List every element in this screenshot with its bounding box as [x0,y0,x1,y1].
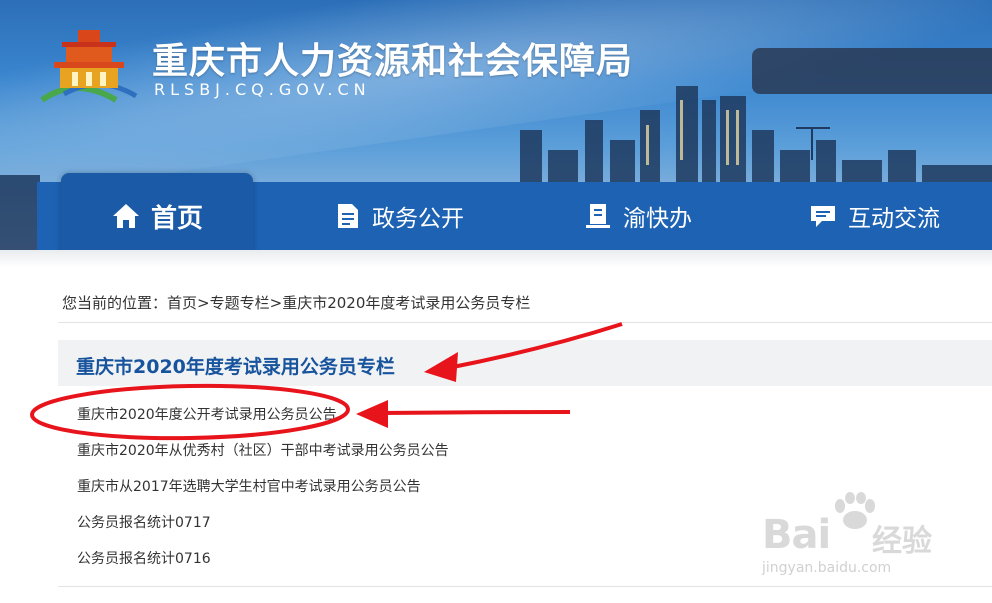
nav-home[interactable]: 首页 [61,173,253,259]
nav-yukuaiban-label: 渝快办 [623,206,692,232]
breadcrumb-home[interactable]: 首页 [167,294,197,312]
watermark-brand: Bai [762,512,831,558]
breadcrumb: 您当前的位置：首页>专题专栏>重庆市2020年度考试录用公务员专栏 [62,292,530,313]
search-box[interactable] [752,48,992,94]
article-link[interactable]: 重庆市从2017年选聘大学生村官中考试录用公务员公告 [77,476,449,512]
watermark-url: jingyan.baidu.com [762,560,892,576]
nav-gov-label: 政务公开 [372,206,464,232]
site-domain: RLSBJ.CQ.GOV.CN [154,80,371,99]
article-link[interactable]: 公务员报名统计0717 [77,512,449,548]
nav-yukuaiban[interactable]: 渝快办 [583,182,692,250]
nav-interaction-label: 互动交流 [848,206,940,232]
nav-interaction[interactable]: 互动交流 [808,182,940,250]
watermark-brand-cn: 经验 [872,524,932,559]
article-link[interactable]: 重庆市2020年从优秀村（社区）干部中考试录用公务员公告 [77,440,449,476]
section-title: 重庆市2020年度考试录用公务员专栏 [76,356,395,378]
baidu-watermark: Bai 经验 jingyan.baidu.com [760,492,960,582]
nav-shadow [0,250,992,268]
document-icon [338,204,358,228]
nav-home-label: 首页 [150,203,203,234]
article-link[interactable]: 重庆市2020年度公开考试录用公务员公告 [77,404,449,440]
nav-gov-affairs[interactable]: 政务公开 [332,182,464,250]
breadcrumb-topics[interactable]: 专题专栏 [210,294,270,312]
main-nav: 首页 政务公开 渝快办 互动交流 [37,173,992,259]
breadcrumb-separator: > [269,294,283,312]
chat-icon [811,206,835,227]
service-icon [586,204,610,228]
list-bottom-border [58,586,992,587]
home-icon [112,204,139,228]
section-header: 重庆市2020年度考试录用公务员专栏 [58,340,992,386]
breadcrumb-prefix: 您当前的位置： [62,294,168,312]
site-title: 重庆市人力资源和社会保障局 [152,41,634,82]
breadcrumb-separator: > [197,294,210,312]
breadcrumb-current[interactable]: 重庆市2020年度考试录用公务员专栏 [282,294,530,312]
article-list: 重庆市2020年度公开考试录用公务员公告 重庆市2020年从优秀村（社区）干部中… [77,404,449,584]
bureau-logo [40,30,138,103]
divider [58,322,992,323]
article-link[interactable]: 公务员报名统计0716 [77,548,449,584]
